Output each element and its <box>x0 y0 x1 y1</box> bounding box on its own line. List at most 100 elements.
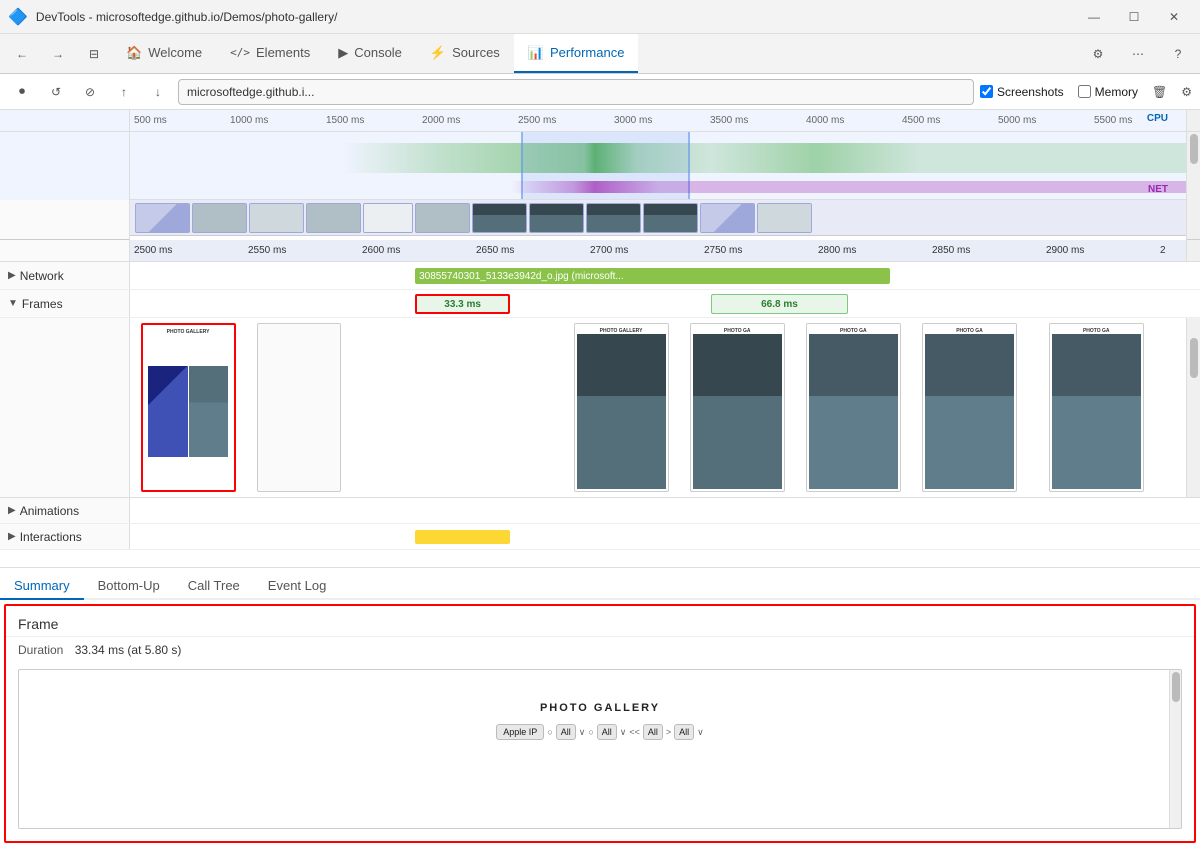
toolbar-btn-all-3[interactable]: All <box>643 724 663 740</box>
animations-chevron[interactable]: ▶ <box>8 505 16 516</box>
interactions-bar[interactable] <box>415 530 510 544</box>
frame-ss-2[interactable] <box>257 323 341 492</box>
tab-summary[interactable]: Summary <box>0 572 84 600</box>
selection-region[interactable] <box>521 132 690 199</box>
frame-ss-6[interactable]: PHOTO GA <box>922 323 1017 492</box>
tab-call-tree[interactable]: Call Tree <box>174 572 254 600</box>
tab-console[interactable]: ▶ Console <box>324 34 416 73</box>
screenshot-thumb-1[interactable] <box>135 203 190 233</box>
ruler-label-2500: 2500 ms <box>514 115 610 126</box>
download-button[interactable]: ↓ <box>144 78 172 106</box>
ruler-label-5000: 5000 ms <box>994 115 1090 126</box>
toolbar-sep-lt: << <box>629 727 640 737</box>
detail-ss-content: PHOTO GALLERY Apple IP ○ All ∨ ○ All ∨ <… <box>25 670 1175 828</box>
screenshot-thumb-8[interactable] <box>529 203 584 233</box>
ruler-scrollbar-space <box>1186 110 1200 132</box>
record-button[interactable]: ⏺ <box>8 78 36 106</box>
screenshot-thumb-3[interactable] <box>249 203 304 233</box>
zoom-label-2750: 2750 ms <box>700 245 814 256</box>
performance-icon: 📊 <box>528 45 544 61</box>
tab-bottom-up[interactable]: Bottom-Up <box>84 572 174 600</box>
detail-screenshot-area[interactable]: PHOTO GALLERY Apple IP ○ All ∨ ○ All ∨ <… <box>18 669 1182 829</box>
graph-scrollbar-thumb[interactable] <box>1190 134 1198 164</box>
screenshot-thumb-5[interactable] <box>363 203 413 233</box>
settings-button[interactable]: ⚙ <box>1080 47 1116 61</box>
screenshot-thumb-11[interactable] <box>700 203 755 233</box>
tab-welcome-label: Welcome <box>148 45 202 60</box>
upload-button[interactable]: ↑ <box>110 78 138 106</box>
detail-ss-title: PHOTO GALLERY <box>540 702 660 714</box>
tab-sources[interactable]: ⚡ Sources <box>416 34 514 73</box>
zoom-label-2600: 2600 ms <box>358 245 472 256</box>
screenshots-checkbox-group[interactable]: Screenshots <box>980 85 1064 99</box>
close-button[interactable]: ✕ <box>1156 10 1192 24</box>
toolbar-separator-5: > <box>666 727 671 737</box>
frames-chevron[interactable]: ▼ <box>8 298 18 309</box>
frame-screenshots-content: PHOTO GALLERY PHOTO GALLERY <box>130 318 1186 497</box>
back-button[interactable]: ← <box>4 34 40 73</box>
ruler-label-4500: 4500 ms <box>898 115 994 126</box>
memory-checkbox-group[interactable]: Memory <box>1078 85 1138 99</box>
frame-ss-scrollbar-thumb[interactable] <box>1190 338 1198 378</box>
frame-ss-5[interactable]: PHOTO GA <box>806 323 901 492</box>
screenshots-strip[interactable] <box>130 200 1186 236</box>
tab-welcome[interactable]: 🏠 Welcome <box>112 34 216 73</box>
toolbar-separator-2: ∨ <box>579 727 586 738</box>
titlebar-left: 🔷 DevTools - microsoftedge.github.io/Dem… <box>8 7 337 27</box>
screenshots-label: Screenshots <box>997 85 1064 99</box>
toolbar-btn-apple-ip[interactable]: Apple IP <box>496 724 544 740</box>
more-button[interactable]: ⋯ <box>1120 47 1156 61</box>
ruler-label-500: 500 ms <box>130 115 226 126</box>
elements-icon: </> <box>230 46 250 59</box>
network-track-content[interactable]: 30855740301_5133e3942d_o.jpg (microsoft.… <box>130 262 1186 289</box>
toolbar-separator-4: ∨ <box>620 727 627 738</box>
maximize-button[interactable]: ☐ <box>1116 10 1152 24</box>
main-content: 500 ms 1000 ms 1500 ms 2000 ms 2500 ms 3… <box>0 110 1200 847</box>
ruler-label-2000: 2000 ms <box>418 115 514 126</box>
tab-elements[interactable]: </> Elements <box>216 34 324 73</box>
tab-console-label: Console <box>354 45 402 60</box>
screenshot-thumb-6[interactable] <box>415 203 470 233</box>
graph-scrollbar <box>1186 132 1200 200</box>
detail-ss-scrollbar-thumb[interactable] <box>1172 672 1180 702</box>
screenshot-thumb-10[interactable] <box>643 203 698 233</box>
detail-frame-title: Frame <box>6 606 1194 637</box>
dock-button[interactable]: ⊟ <box>76 34 112 73</box>
cpu-graph[interactable]: NET <box>130 132 1186 200</box>
tab-performance[interactable]: 📊 Performance <box>514 34 639 73</box>
capture-settings-button[interactable]: ⚙ <box>1181 85 1192 99</box>
screenshot-thumb-12[interactable] <box>757 203 812 233</box>
frame-ss-7[interactable]: PHOTO GA <box>1049 323 1144 492</box>
frame-bar-2[interactable]: 66.8 ms <box>711 294 848 314</box>
screenshot-thumb-4[interactable] <box>306 203 361 233</box>
toolbar-btn-all-4[interactable]: All <box>674 724 694 740</box>
screenshot-thumb-9[interactable] <box>586 203 641 233</box>
animations-track-content[interactable] <box>130 498 1186 523</box>
reload-button[interactable]: ↺ <box>42 78 70 106</box>
frame-ss-3[interactable]: PHOTO GALLERY <box>574 323 669 492</box>
frame-ss-4[interactable]: PHOTO GA <box>690 323 785 492</box>
addressbar: ⏺ ↺ ⊘ ↑ ↓ Screenshots Memory 🗑 ⚙ <box>0 74 1200 110</box>
zoom-scrollbar <box>1186 240 1200 262</box>
screenshot-thumb-7[interactable] <box>472 203 527 233</box>
tab-event-log[interactable]: Event Log <box>254 572 341 600</box>
screenshot-thumb-2[interactable] <box>192 203 247 233</box>
toolbar-btn-all-1[interactable]: All <box>556 724 576 740</box>
interactions-track-content[interactable] <box>130 524 1186 549</box>
frame-ss-1-selected[interactable]: PHOTO GALLERY <box>141 323 236 492</box>
memory-checkbox[interactable] <box>1078 85 1091 98</box>
minimize-button[interactable]: — <box>1076 10 1112 24</box>
network-chevron[interactable]: ▶ <box>8 270 16 281</box>
frames-track-content[interactable]: 33.3 ms 66.8 ms <box>130 290 1186 317</box>
frame-bar-selected[interactable]: 33.3 ms <box>415 294 510 314</box>
network-bar[interactable]: 30855740301_5133e3942d_o.jpg (microsoft.… <box>415 268 890 284</box>
interactions-chevron[interactable]: ▶ <box>8 531 16 542</box>
address-input[interactable] <box>178 79 974 105</box>
forward-button[interactable]: → <box>40 34 76 73</box>
clear-button[interactable]: ⊘ <box>76 78 104 106</box>
delete-button[interactable]: 🗑 <box>1152 85 1167 99</box>
help-button[interactable]: ? <box>1160 47 1196 61</box>
toolbar-btn-all-2[interactable]: All <box>597 724 617 740</box>
screenshots-checkbox[interactable] <box>980 85 993 98</box>
memory-label: Memory <box>1095 85 1138 99</box>
